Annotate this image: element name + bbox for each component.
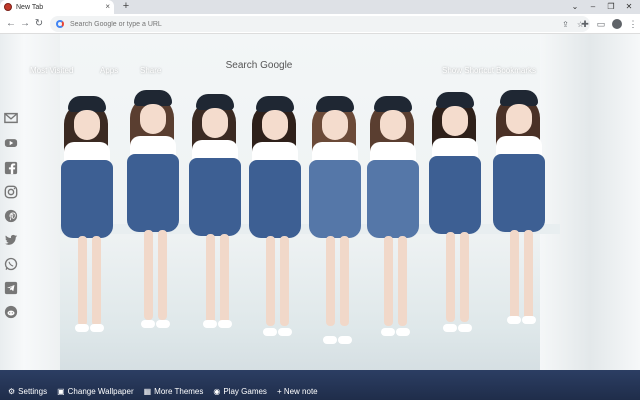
google-icon — [56, 20, 64, 28]
gmail-icon[interactable] — [2, 109, 20, 127]
most-visited-link[interactable]: Most Visited — [30, 66, 73, 75]
reddit-icon[interactable] — [2, 303, 20, 321]
change-wallpaper-label: Change Wallpaper — [67, 386, 134, 396]
more-themes-button[interactable]: ▦ More Themes — [144, 387, 204, 396]
side-panel-icon[interactable]: ▭ — [594, 17, 608, 31]
gear-icon: ⚙ — [8, 386, 16, 396]
new-note-label: + New note — [276, 386, 318, 396]
play-games-button[interactable]: ◉ Play Games — [213, 387, 267, 396]
bottom-bar: ⚙ Settings ▣ Change Wallpaper ▦ More The… — [0, 382, 640, 400]
settings-button[interactable]: ⚙ Settings — [8, 387, 47, 396]
new-tab-page: Most Visited Apps Share Search Google Sh… — [0, 34, 640, 400]
search-google-title[interactable]: Search Google — [200, 60, 318, 71]
tab-close-icon[interactable]: × — [105, 3, 110, 11]
telegram-icon[interactable] — [2, 279, 20, 297]
grid-icon: ▦ — [143, 386, 152, 396]
show-shortcut-link[interactable]: Show Shortcut — [442, 66, 494, 75]
restore-button[interactable]: ❐ — [602, 0, 620, 14]
image-icon: ▣ — [57, 386, 65, 396]
extensions-icon[interactable]: ✚ — [578, 17, 592, 31]
more-themes-label: More Themes — [154, 386, 204, 396]
whatsapp-icon[interactable] — [2, 255, 20, 273]
pinterest-icon[interactable] — [2, 207, 20, 225]
share-icon[interactable]: ⇪ — [562, 20, 569, 29]
browser-toolbar: ← → ↻ ⇪ ☆ ✚ ▭ ⋮ — [0, 14, 640, 34]
gamepad-icon: ◉ — [213, 386, 221, 396]
new-tab-button[interactable]: + — [120, 0, 132, 14]
change-wallpaper-button[interactable]: ▣ Change Wallpaper — [57, 387, 134, 396]
new-note-button[interactable]: + New note — [277, 387, 318, 396]
back-button[interactable]: ← — [4, 17, 18, 31]
tab-search-chevron-icon[interactable]: ⌄ — [566, 0, 584, 14]
facebook-icon[interactable] — [2, 159, 20, 177]
menu-icon[interactable]: ⋮ — [626, 17, 640, 31]
forward-button[interactable]: → — [18, 17, 32, 31]
twitter-icon[interactable] — [2, 231, 20, 249]
apps-link[interactable]: Apps — [100, 66, 118, 75]
youtube-icon[interactable] — [2, 134, 20, 152]
omnibox[interactable]: ⇪ ☆ — [50, 16, 590, 32]
omnibox-input[interactable] — [70, 20, 555, 28]
close-window-button[interactable]: ✕ — [620, 0, 638, 14]
newtab-favicon-icon — [4, 3, 12, 11]
bookmarks-link[interactable]: Bookmarks — [496, 66, 536, 75]
tab-title: New Tab — [16, 3, 44, 11]
minimize-button[interactable]: – — [584, 0, 602, 14]
settings-label: Settings — [18, 386, 48, 396]
tab-new-tab[interactable]: New Tab × — [0, 0, 114, 14]
tab-strip: New Tab × + ⌄ – ❐ ✕ — [0, 0, 640, 14]
profile-avatar[interactable] — [612, 19, 622, 29]
reload-button[interactable]: ↻ — [32, 17, 46, 31]
instagram-icon[interactable] — [2, 183, 20, 201]
share-link[interactable]: Share — [140, 66, 161, 75]
play-games-label: Play Games — [223, 386, 267, 396]
